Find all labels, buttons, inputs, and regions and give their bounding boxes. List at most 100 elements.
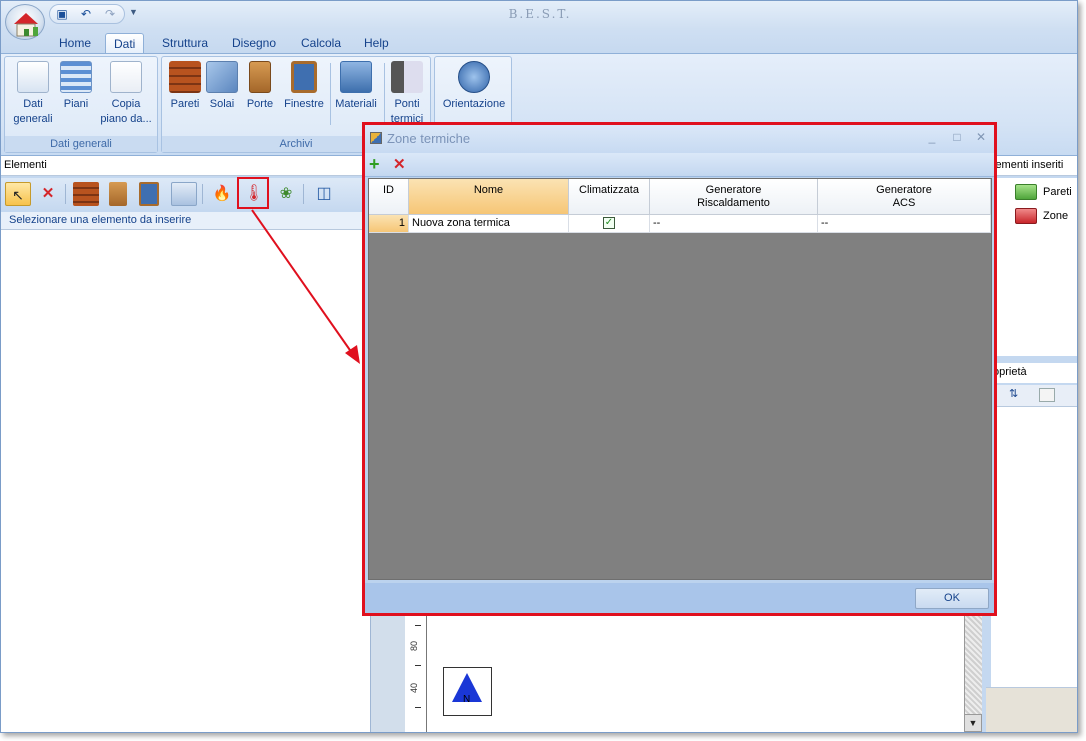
copia-piano-button[interactable]: Copia piano da... (97, 61, 155, 127)
customize-qat-icon[interactable]: ▼ (129, 7, 139, 17)
group-dati-generali: Dati generali Piani Copia piano da... Da… (4, 56, 158, 153)
copy-document-icon (110, 61, 142, 93)
close-icon[interactable]: ✕ (973, 129, 989, 145)
piani-button[interactable]: Piani (57, 61, 95, 112)
zone-grid: ID Nome Climatizzata Generatore Riscalda… (368, 178, 992, 580)
house-logo-icon (14, 13, 38, 37)
tab-help[interactable]: Help (356, 33, 397, 53)
zone-termiche-dialog: Zone termiche _ □ ✕ + ✕ ID Nome Climatiz… (362, 122, 997, 616)
cell-climatizzata[interactable]: ✓ (569, 215, 650, 233)
fire-icon[interactable]: 🔥 (209, 182, 235, 206)
dialog-toolbar: + ✕ (365, 153, 994, 177)
app-title: B.E.S.T. (508, 7, 572, 21)
properties-header: oprietà (991, 363, 1077, 383)
tab-struttura[interactable]: Struttura (154, 33, 216, 53)
pencil-document-icon (17, 61, 49, 93)
ribbon-separator (384, 63, 385, 125)
column-header-generatore-riscaldamento[interactable]: Generatore Riscaldamento (650, 179, 818, 215)
ribbon-separator (330, 63, 331, 125)
orientazione-button[interactable]: Orientazione (439, 61, 509, 112)
redo-icon[interactable]: ↷ (102, 7, 118, 21)
sort-alphabetical-icon[interactable]: ⇅ (1009, 387, 1018, 400)
door-icon (249, 61, 271, 93)
solai-button[interactable]: Solai (204, 61, 240, 112)
drawing-margin (371, 613, 405, 732)
tab-disegno[interactable]: Disegno (224, 33, 284, 53)
undo-icon[interactable]: ↶ (78, 7, 94, 21)
inserted-elements-tree[interactable]: Pareti Zone (991, 178, 1077, 356)
column-header-generatore-acs[interactable]: Generatore ACS (818, 179, 991, 215)
elements-toolbar: ↖ ✕ 🔥 🌡 ❀ ◫ (1, 178, 371, 210)
tab-calcola[interactable]: Calcola (293, 33, 349, 53)
elements-list[interactable] (1, 230, 371, 732)
database-icon[interactable]: ◫ (311, 182, 337, 206)
ponti-termici-button[interactable]: Ponti termici (386, 61, 428, 127)
materials-icon (340, 61, 372, 93)
ruler-tick (415, 625, 421, 626)
ruler-tick (415, 707, 421, 708)
add-door-icon[interactable] (109, 182, 127, 206)
quick-access-toolbar: ▣ ↶ ↷ (49, 4, 125, 24)
maximize-icon[interactable]: □ (949, 129, 965, 145)
dialog-footer: OK (365, 583, 994, 613)
add-window-icon[interactable] (139, 182, 159, 206)
ok-button[interactable]: OK (915, 588, 989, 609)
property-pages-icon[interactable] (1039, 388, 1055, 402)
red-folder-icon (1015, 208, 1037, 224)
climatizzata-checkbox[interactable]: ✓ (603, 217, 615, 229)
ruler-label: 40 (409, 682, 420, 694)
porte-button[interactable]: Porte (242, 61, 278, 112)
elements-panel-header: Elementi (1, 156, 371, 176)
add-slab-icon[interactable] (171, 182, 197, 206)
pointer-icon[interactable]: ↖ (5, 182, 31, 206)
brick-wall-icon (169, 61, 201, 93)
north-indicator: N (443, 667, 492, 716)
column-header-climatizzata[interactable]: Climatizzata (569, 179, 650, 215)
floor-slab-icon (206, 61, 238, 93)
tab-dati[interactable]: Dati (105, 33, 145, 53)
toolbar-separator (65, 184, 66, 204)
finestre-button[interactable]: Finestre (280, 61, 328, 112)
save-icon[interactable]: ▣ (54, 7, 70, 21)
pareti-button[interactable]: Pareti (166, 61, 204, 112)
inserted-elements-header: lementi inseriti (991, 156, 1077, 176)
insert-hint: Selezionare una elemento da inserire (1, 212, 371, 230)
ruler-tick (415, 665, 421, 666)
toolbar-separator (202, 184, 203, 204)
ruler-label: 80 (409, 640, 420, 652)
vertical-ruler: 80 40 (405, 613, 427, 732)
zone-icon (370, 132, 382, 144)
window-icon (291, 61, 317, 93)
cell-generatore-riscaldamento[interactable]: -- (650, 215, 818, 233)
group-label-dati-generali: Dati generali (5, 136, 157, 152)
toolbar-separator (303, 184, 304, 204)
add-wall-icon[interactable] (73, 182, 99, 206)
materiali-button[interactable]: Materiali (332, 61, 380, 112)
tab-home[interactable]: Home (51, 33, 99, 53)
annotation-highlight-box (237, 177, 269, 209)
north-label: N (463, 694, 471, 705)
minimize-icon[interactable]: _ (924, 129, 940, 145)
north-arrow-icon (452, 673, 482, 702)
compass-icon (458, 61, 490, 93)
thermal-bridge-icon (391, 61, 423, 93)
plant-icon[interactable]: ❀ (273, 182, 299, 206)
cell-nome[interactable]: Nuova zona termica (409, 215, 569, 233)
scroll-down-button[interactable]: ▼ (964, 714, 982, 732)
ribbon-tab-bar: Home Dati Struttura Disegno Calcola Help (1, 29, 1077, 53)
add-zone-icon[interactable]: + (369, 154, 380, 174)
dialog-title-bar: Zone termiche _ □ ✕ (365, 125, 994, 153)
dati-generali-button[interactable]: Dati generali (9, 61, 57, 127)
drawing-canvas[interactable] (427, 613, 964, 732)
column-header-id[interactable]: ID (369, 179, 409, 215)
properties-grid (991, 407, 1077, 687)
dialog-title: Zone termiche (387, 131, 471, 146)
column-header-nome[interactable]: Nome (409, 179, 569, 215)
application-menu-button[interactable] (5, 4, 45, 40)
delete-icon[interactable]: ✕ (35, 182, 61, 206)
delete-zone-icon[interactable]: ✕ (393, 155, 406, 175)
properties-description (986, 687, 1077, 732)
cell-generatore-acs[interactable]: -- (818, 215, 991, 233)
title-bar: B.E.S.T. ▣ ↶ ↷ ▼ (1, 1, 1077, 29)
cell-id[interactable]: 1 (369, 215, 409, 233)
